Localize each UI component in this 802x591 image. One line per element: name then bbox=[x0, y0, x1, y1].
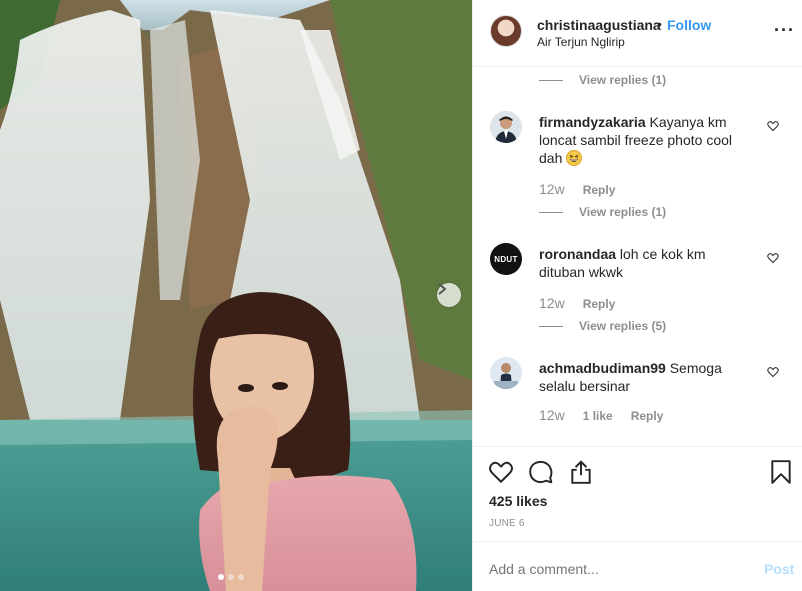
avatar-photo-icon bbox=[490, 357, 522, 389]
comment-icon[interactable] bbox=[528, 459, 554, 485]
separator-dot: • bbox=[657, 16, 662, 32]
heart-icon[interactable] bbox=[767, 252, 779, 264]
heart-icon[interactable] bbox=[488, 459, 514, 485]
view-replies-label: View replies (1) bbox=[579, 205, 667, 219]
comment-text: achmadbudiman99 Semoga selalu bersinar bbox=[539, 359, 755, 395]
comment-text: roronandaa loh ce kok km dituban wkwk bbox=[539, 245, 755, 281]
comment-input[interactable] bbox=[489, 561, 739, 577]
waterfall-photo-image bbox=[0, 0, 472, 591]
carousel-dot bbox=[228, 574, 234, 580]
reply-button[interactable]: Reply bbox=[583, 181, 616, 197]
reply-line bbox=[539, 325, 563, 327]
view-replies-button[interactable]: View replies (1) bbox=[539, 205, 666, 219]
next-slide-button[interactable] bbox=[437, 283, 461, 307]
author-avatar[interactable] bbox=[490, 15, 522, 47]
commenter-username[interactable]: roronandaa bbox=[539, 246, 616, 262]
like-count[interactable]: 425 likes bbox=[489, 493, 547, 509]
share-icon[interactable] bbox=[568, 459, 594, 485]
avatar-logo-text: NDUT bbox=[494, 254, 518, 264]
chevron-right-icon bbox=[438, 283, 447, 295]
bookmark-icon[interactable] bbox=[770, 459, 792, 485]
carousel-dot bbox=[238, 574, 244, 580]
post-date[interactable]: JUNE 6 bbox=[489, 518, 525, 529]
post-header: christinaagustiana • Follow Air Terjun N… bbox=[473, 0, 802, 67]
reply-line bbox=[539, 79, 563, 81]
follow-button[interactable]: Follow bbox=[667, 17, 711, 33]
post-actions: 425 likes JUNE 6 bbox=[473, 446, 802, 541]
post-comment-button[interactable]: Post bbox=[764, 561, 794, 577]
view-replies-label: View replies (1) bbox=[579, 73, 667, 87]
comment-likes[interactable]: 1 like bbox=[583, 407, 613, 423]
commenter-username[interactable]: firmandyzakaria bbox=[539, 114, 646, 130]
location-link[interactable]: Air Terjun Nglirip bbox=[537, 35, 625, 49]
commenter-username[interactable]: achmadbudiman99 bbox=[539, 360, 666, 376]
comment-text: firmandyzakaria Kayanya km loncat sambil… bbox=[539, 113, 755, 167]
view-replies-button[interactable]: View replies (5) bbox=[539, 319, 666, 333]
comment-time[interactable]: 12w bbox=[539, 181, 565, 197]
commenter-avatar[interactable]: NDUT bbox=[490, 243, 522, 275]
add-comment-bar: Post bbox=[473, 541, 802, 591]
comment-meta: 12w Reply bbox=[539, 181, 615, 197]
reply-button[interactable]: Reply bbox=[631, 407, 664, 423]
comment-time[interactable]: 12w bbox=[539, 407, 565, 423]
comment-time[interactable]: 12w bbox=[539, 295, 565, 311]
more-options-icon[interactable]: ··· bbox=[774, 20, 795, 41]
heart-icon[interactable] bbox=[767, 120, 779, 132]
comment-meta: 12w 1 like Reply bbox=[539, 407, 663, 423]
commenter-avatar[interactable] bbox=[490, 111, 522, 143]
comment-meta: 12w Reply bbox=[539, 295, 615, 311]
avatar-portrait-icon bbox=[490, 111, 522, 143]
post-photo[interactable] bbox=[0, 0, 472, 591]
post-sidebar: christinaagustiana • Follow Air Terjun N… bbox=[472, 0, 802, 591]
carousel-indicator bbox=[218, 574, 244, 580]
comments-list[interactable]: View replies (1) firmandyzakaria Kayanya… bbox=[473, 67, 802, 446]
grinning-squint-emoji-icon bbox=[566, 150, 583, 166]
view-replies-label: View replies (5) bbox=[579, 319, 667, 333]
view-replies-button[interactable]: View replies (1) bbox=[539, 73, 666, 87]
heart-icon[interactable] bbox=[767, 366, 779, 378]
reply-line bbox=[539, 211, 563, 213]
carousel-dot bbox=[218, 574, 224, 580]
commenter-avatar[interactable] bbox=[490, 357, 522, 389]
author-username[interactable]: christinaagustiana bbox=[537, 17, 661, 33]
reply-button[interactable]: Reply bbox=[583, 295, 616, 311]
